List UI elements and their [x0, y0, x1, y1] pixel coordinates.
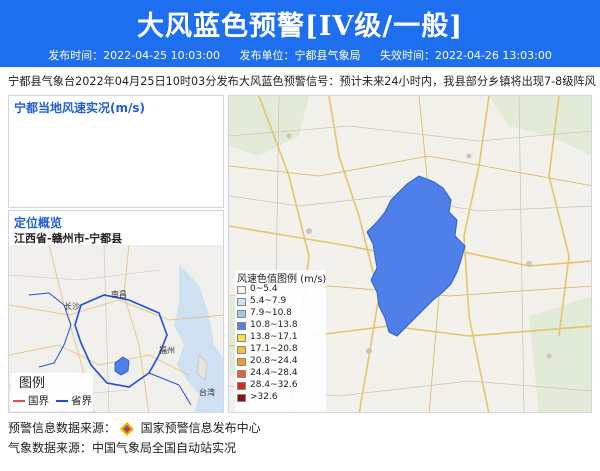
expire-time: 失效时间：2022-04-26 13:03:00 — [380, 49, 552, 62]
wind-speed-color-scale: 风速色值图例 (m/s) 0~5.4 5.4~7.9 7.9~10.8 10.8… — [235, 270, 326, 412]
wind-panel-title: 宁都当地风速实况(m/s) — [14, 101, 145, 115]
scale-label: 28.4~32.6 — [250, 380, 298, 390]
scale-swatch — [237, 358, 246, 366]
map-label-changsha: 长沙 — [64, 301, 80, 311]
national-border-swatch — [13, 400, 25, 402]
map-label-fuzhou: 福州 — [159, 346, 175, 355]
scale-level-3: 7.9~10.8 — [237, 308, 323, 320]
map-label-taiwan: 台湾 — [199, 387, 215, 397]
legend-provincial-border: 省界 — [71, 395, 92, 407]
scale-label: >32.6 — [250, 392, 278, 402]
scale-swatch — [237, 346, 246, 354]
data-source-footer: 预警信息数据来源： 国家预警信息发布中心 气象数据来源：中国气象局全国自动站实况 — [8, 418, 261, 458]
legend-title: 图例 — [19, 376, 46, 391]
scale-level-6: 17.1~20.8 — [237, 344, 323, 356]
scale-label: 20.8~24.4 — [250, 356, 298, 366]
scale-swatch — [237, 334, 246, 342]
scale-level-7: 20.8~24.4 — [237, 356, 323, 368]
location-map-legend: 图例 国界 省界 — [11, 373, 93, 411]
warning-bulletin: 宁都县气象台2022年04月25日10时03分发布大风蓝色预警信号：预计未来24… — [8, 75, 596, 88]
scale-level-9: 28.4~32.6 — [237, 380, 323, 392]
weather-source-line: 气象数据来源：中国气象局全国自动站实况 — [8, 441, 237, 455]
early-warning-center-link[interactable]: 国家预警信息发布中心 — [141, 421, 261, 435]
scale-level-8: 24.4~28.4 — [237, 368, 323, 380]
location-panel-title: 定位概览 — [14, 216, 63, 230]
legend-national-border: 国界 — [28, 395, 49, 407]
scale-label: 5.4~7.9 — [250, 296, 287, 306]
publish-time: 发布时间：2022-04-25 10:03:00 — [48, 49, 220, 62]
scale-level-1: 0~5.4 — [237, 284, 323, 296]
location-overview-panel: 定位概览 江西省-赣州市-宁都县 长沙 南昌 福州 台湾 图例 国界 省界 — [8, 210, 224, 413]
scale-swatch — [237, 370, 246, 378]
scale-swatch — [237, 394, 246, 402]
scale-level-2: 5.4~7.9 — [237, 296, 323, 308]
warning-source-line: 预警信息数据来源： 国家预警信息发布中心 — [8, 418, 261, 438]
publisher: 发布单位：宁都县气象局 — [239, 49, 361, 62]
scale-title: 风速色值图例 (m/s) — [237, 274, 327, 285]
warning-meta: 发布时间：2022-04-25 10:03:00 发布单位：宁都县气象局 失效时… — [0, 47, 600, 63]
warning-title: 大风蓝色预警[IV级/一般] — [137, 11, 463, 42]
scale-swatch — [237, 286, 246, 294]
scale-label: 13.8~17.1 — [250, 332, 298, 342]
map-label-nanchang: 南昌 — [111, 289, 127, 299]
early-warning-center-logo-icon — [119, 421, 134, 436]
warning-source-label: 预警信息数据来源： — [8, 421, 117, 435]
scale-label: 0~5.4 — [250, 284, 278, 294]
scale-level-5: 13.8~17.1 — [237, 332, 323, 344]
scale-swatch — [237, 310, 246, 318]
scale-level-4: 10.8~13.8 — [237, 320, 323, 332]
scale-label: 7.9~10.8 — [250, 308, 292, 318]
provincial-border-swatch — [56, 400, 68, 402]
location-subtitle: 江西省-赣州市-宁都县 — [14, 232, 123, 245]
scale-swatch — [237, 298, 246, 306]
scale-swatch — [237, 322, 246, 330]
warning-header: 大风蓝色预警[IV级/一般] 发布时间：2022-04-25 10:03:00 … — [0, 0, 600, 67]
wind-observation-panel: 宁都当地风速实况(m/s) — [8, 95, 224, 208]
scale-label: 17.1~20.8 — [250, 344, 298, 354]
scale-level-10: >32.6 — [237, 392, 323, 404]
scale-label: 24.4~28.4 — [250, 368, 298, 378]
scale-label: 10.8~13.8 — [250, 320, 298, 330]
scale-swatch — [237, 382, 246, 390]
